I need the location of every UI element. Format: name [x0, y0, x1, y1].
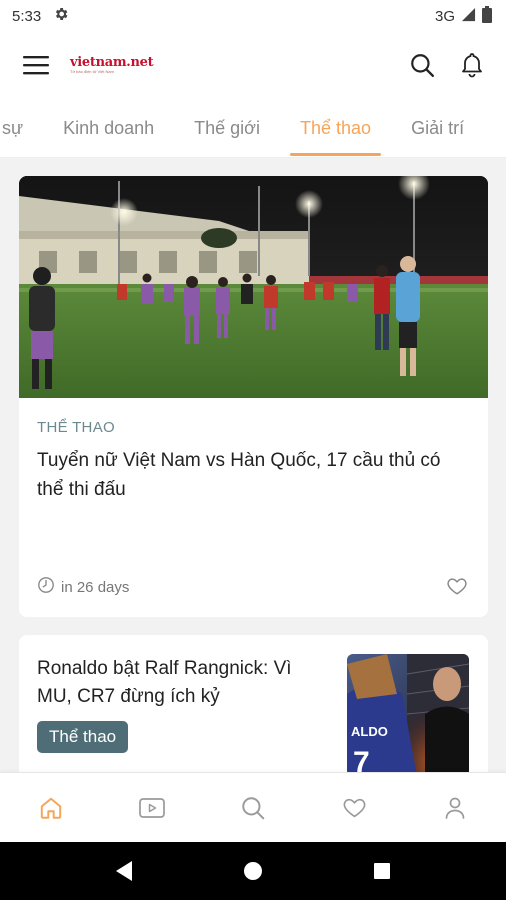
svg-text:ALDO: ALDO — [351, 724, 388, 739]
article-thumbnail[interactable]: ALDO 7 — [347, 654, 469, 776]
tab-the-thao[interactable]: Thể thao — [280, 98, 391, 157]
tag-label: Thể thao — [49, 727, 117, 746]
category-tabs: sự Kinh doanh Thế giới Thể thao Giải trí — [0, 98, 506, 158]
article-meta: in 26 days — [37, 576, 129, 598]
logo-tagline: Tờ báo điện tử Việt Nam — [70, 69, 114, 74]
featured-article-card[interactable]: THỂ THAO Tuyển nữ Việt Nam vs Hàn Quốc, … — [19, 176, 488, 617]
heart-icon[interactable] — [330, 784, 378, 832]
status-bar: 5:33 3G — [0, 0, 506, 32]
bell-icon[interactable] — [456, 49, 488, 81]
category-tag-chip[interactable]: Thể thao — [37, 721, 129, 753]
signal-icon — [461, 7, 476, 26]
heart-icon[interactable] — [446, 575, 470, 599]
logo-text: vietnam.net — [70, 55, 154, 70]
profile-icon[interactable] — [431, 784, 479, 832]
recents-square-icon[interactable] — [362, 851, 402, 891]
article-title[interactable]: Tuyển nữ Việt Nam vs Hàn Quốc, 17 cầu th… — [37, 446, 467, 504]
tab-giai-tri[interactable]: Giải trí — [391, 98, 484, 157]
network-label: 3G — [434, 7, 455, 25]
app-logo[interactable]: vietnam.net Tờ báo điện tử Việt Nam — [70, 55, 154, 74]
app-actions — [406, 49, 488, 81]
status-left: 5:33 — [12, 6, 69, 26]
app-bar: vietnam.net Tờ báo điện tử Việt Nam — [0, 32, 506, 98]
status-right: 3G — [434, 5, 492, 27]
tab-label: Thể thao — [300, 117, 372, 138]
home-circle-icon[interactable] — [233, 851, 273, 891]
video-icon[interactable] — [128, 784, 176, 832]
back-triangle-icon[interactable] — [104, 851, 144, 891]
battery-icon — [482, 5, 492, 27]
tab-the-gioi[interactable]: Thế giới — [174, 98, 280, 157]
tabs-track: sự Kinh doanh Thế giới Thể thao Giải trí — [0, 98, 484, 157]
article-time: in 26 days — [61, 578, 130, 596]
search-icon[interactable] — [229, 784, 277, 832]
tab-label: Kinh doanh — [63, 117, 155, 138]
home-icon[interactable] — [27, 784, 75, 832]
gear-icon — [53, 6, 69, 26]
tab-label: sự — [2, 117, 24, 138]
article-category[interactable]: THỂ THAO — [37, 419, 115, 436]
hamburger-menu-icon[interactable] — [18, 47, 54, 83]
search-icon[interactable] — [406, 49, 438, 81]
clock-icon — [37, 576, 55, 598]
featured-article-image[interactable] — [19, 176, 488, 398]
status-time: 5:33 — [12, 7, 42, 25]
system-navigation-bar — [0, 842, 506, 900]
tab-label: Giải trí — [411, 117, 465, 138]
tab-kinh-doanh[interactable]: Kinh doanh — [43, 98, 174, 157]
tab-thoi-su[interactable]: sự — [0, 98, 43, 157]
tab-label: Thế giới — [194, 117, 260, 138]
article-title[interactable]: Ronaldo bật Ralf Rangnick: Vì MU, CR7 đừ… — [37, 655, 327, 711]
bottom-navigation — [0, 772, 506, 842]
